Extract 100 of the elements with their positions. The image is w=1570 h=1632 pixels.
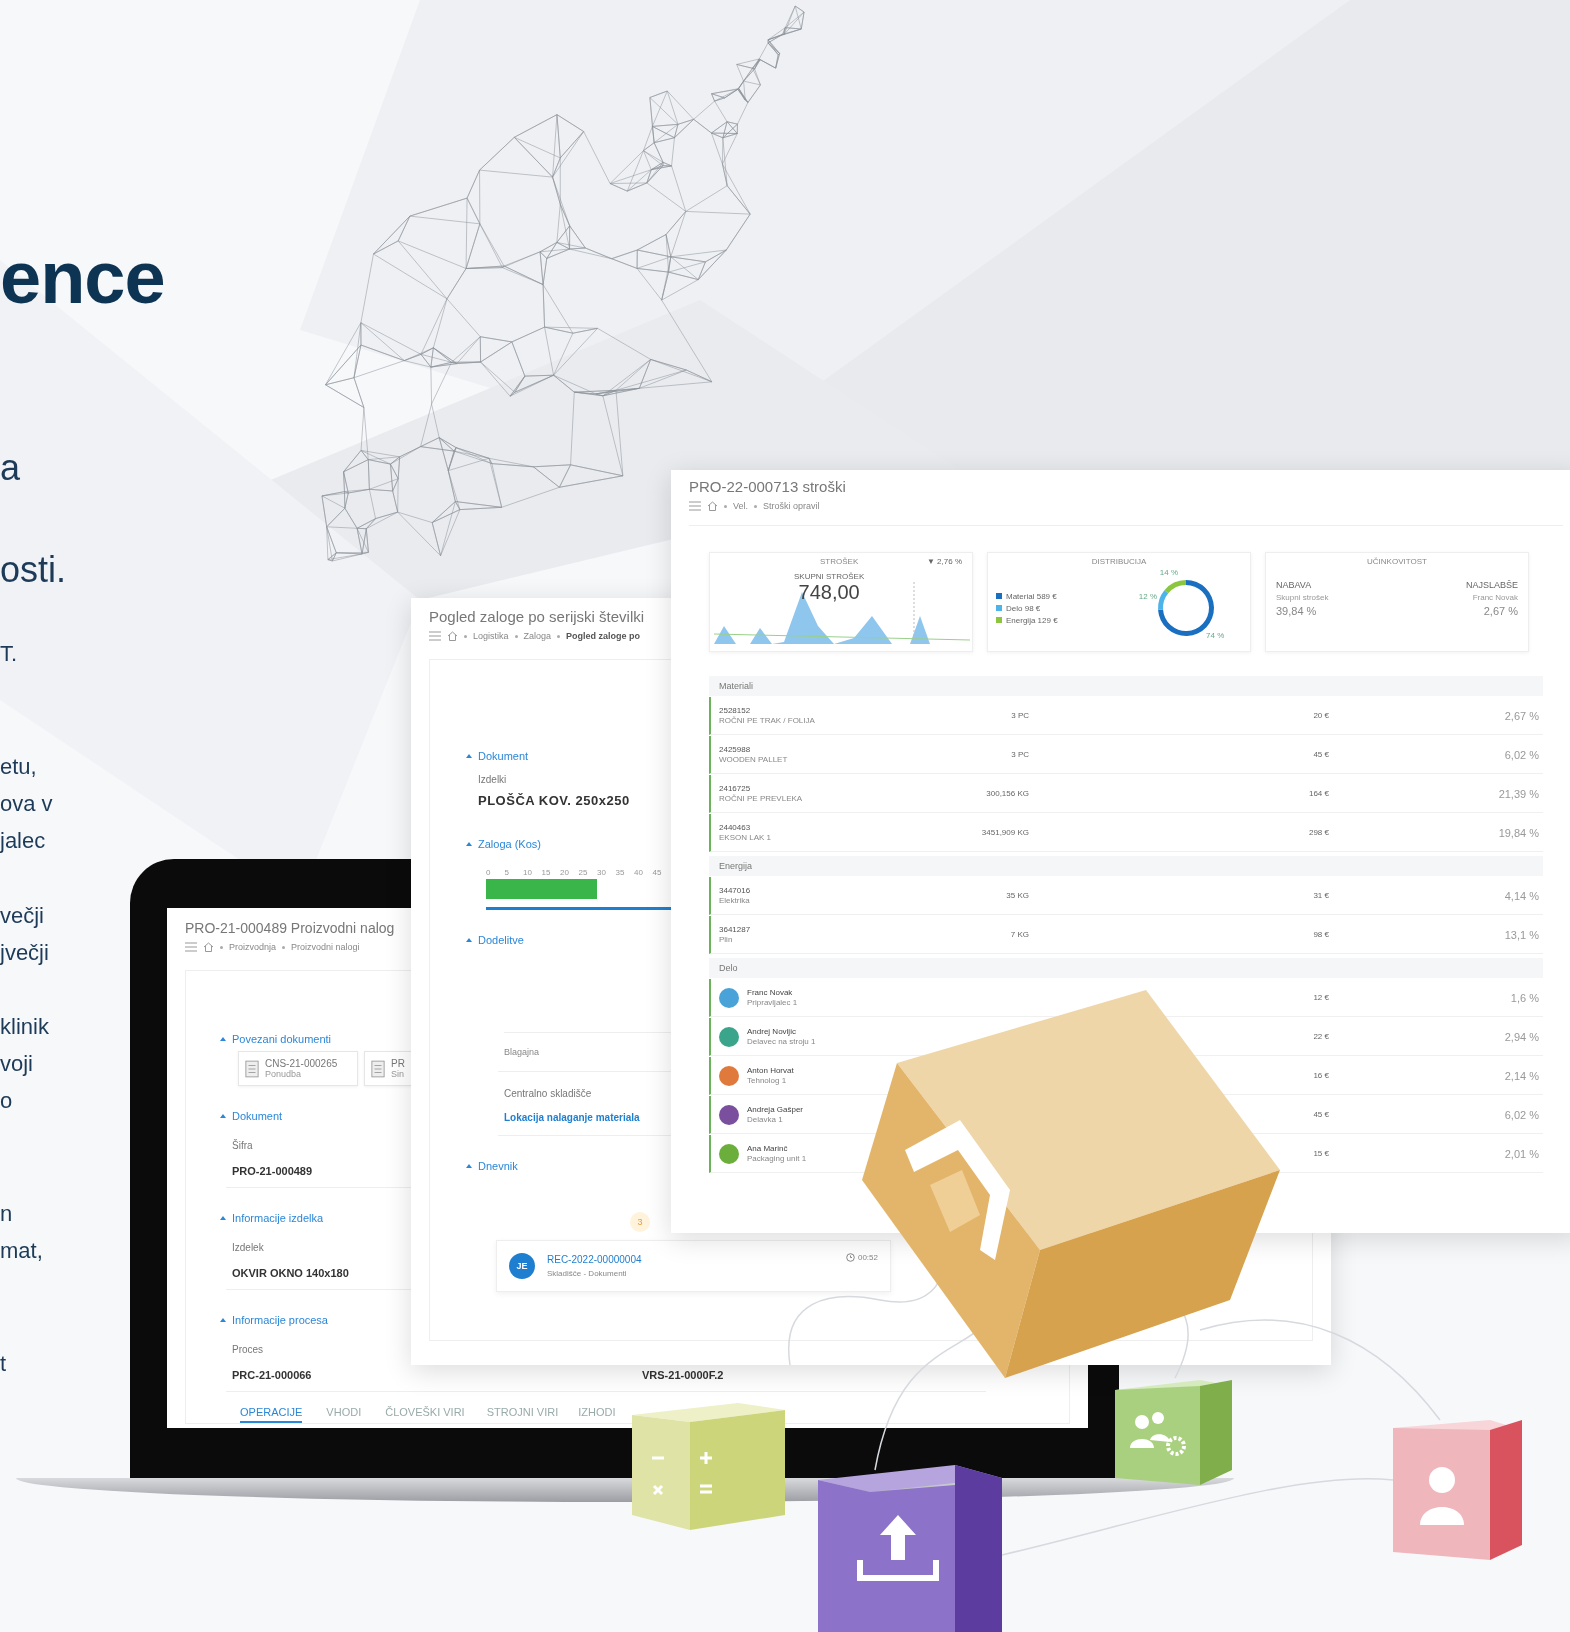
body-paragraph: n mat, (0, 1200, 43, 1265)
section-header[interactable]: Zaloga (Kos) (466, 838, 541, 850)
quantity-cell-text: 3 PC (1010, 711, 1029, 720)
item-name: EKSON LAK 1 (719, 833, 772, 842)
price-cell-text: 22 € (1312, 1032, 1329, 1041)
group-header: Materiali (709, 676, 1543, 696)
metric-value: 2,67 % (1483, 605, 1518, 617)
menu-icon[interactable] (185, 942, 197, 952)
entry-subtitle: Skladišče - Dokumenti (547, 1269, 628, 1278)
scale-label: 45 (652, 868, 663, 877)
field-label: Izdelek (232, 1242, 264, 1253)
home-icon[interactable] (203, 942, 214, 952)
value-caption: SKUPNI STROŠEK (794, 572, 865, 581)
price-cell-text: 16 € (1312, 1071, 1329, 1080)
legend-label: Material 589 € (1006, 591, 1057, 601)
breadcrumb-link[interactable]: Proizvodnja (229, 942, 277, 952)
quantity-cell-text: 7 KG (1009, 930, 1029, 939)
linked-document-card[interactable]: PR Sin (364, 1051, 412, 1086)
section-header[interactable]: Informacije izdelka (220, 1212, 324, 1224)
menu-icon[interactable] (689, 501, 701, 511)
section-header[interactable]: Dnevnik (466, 1160, 518, 1172)
item-name: WOODEN PALLET (719, 755, 788, 764)
breadcrumb-link[interactable]: Zaloga (523, 631, 552, 641)
count-badge: 3 (630, 1212, 650, 1232)
tab[interactable]: OPERACIJE (240, 1406, 303, 1423)
section-header[interactable]: Povezani dokumenti (220, 1033, 332, 1045)
legend-label: Energija 129 € (1006, 615, 1058, 625)
card-title: UČINKOVITOST (1367, 557, 1427, 566)
slice-label: 14 % (1159, 568, 1179, 577)
legend-label: Delo 98 € (1006, 603, 1041, 613)
field-value: PRO-21-000489 (232, 1165, 313, 1177)
field-value: PRC-21-000066 (232, 1369, 312, 1381)
breadcrumb-link[interactable]: Pogled zaloge po (566, 631, 641, 641)
item-code: 2528152 (719, 706, 752, 715)
field-value: PLOŠČA KOV. 250x250 (478, 793, 630, 808)
price-cell-text: 298 € (1307, 828, 1329, 837)
share-cell-text: 2,01 % (1503, 1147, 1539, 1160)
field-value: OKVIR OKNO 140x180 (232, 1267, 349, 1279)
body-paragraph: T. (0, 640, 18, 668)
item-name: Elektrika (719, 896, 751, 905)
document-type: Sin (391, 1069, 405, 1079)
linked-document-card[interactable]: CNS-21-000265 Ponudba (238, 1051, 358, 1086)
trend-value: ▼ 2,76 % (926, 557, 962, 566)
window-title: PRO-22-000713 stroški (689, 478, 846, 495)
group-header: Energija (709, 856, 1543, 876)
quantity-cell-text: 3451,909 KG (980, 828, 1029, 837)
clock-icon (845, 1253, 855, 1262)
record-link[interactable]: REC-2022-00000004 (547, 1254, 834, 1265)
scale-label: 15 (541, 868, 552, 877)
item-code: 3641287 (719, 925, 751, 934)
tab[interactable]: ČLOVEŠKI VIRI (385, 1406, 465, 1423)
price-cell-text: 98 € (1312, 930, 1329, 939)
item-name: Plin (719, 935, 734, 944)
home-icon[interactable] (707, 501, 718, 511)
person-role: Delavka 1 (747, 1115, 784, 1124)
document-icon (245, 1059, 259, 1078)
field-label: Proces (232, 1344, 264, 1355)
tab[interactable]: STROJNI VIRI (486, 1406, 559, 1423)
item-code: 2416725 (719, 784, 752, 793)
section-header[interactable]: Dodelitve (466, 934, 524, 946)
price-cell-text: 12 € (1312, 993, 1329, 1002)
slice-label: 74 % (1206, 631, 1225, 641)
breadcrumb-link[interactable]: Proizvodni nalogi (291, 942, 360, 952)
section-header[interactable]: Dokument (466, 750, 529, 762)
tab[interactable]: VHODI (326, 1406, 362, 1423)
item-code: 3447016 (719, 886, 751, 895)
field-label: Centralno skladišče (504, 1088, 592, 1099)
log-entry-card[interactable]: JE REC-2022-00000004 Skladišče - Dokumenti 00:52 (496, 1240, 891, 1292)
entry-time: 00:52 (857, 1253, 878, 1262)
share-cell-text: 2,67 % (1503, 709, 1539, 722)
card-title: STROŠEK (820, 557, 859, 566)
price-cell-text: 164 € (1307, 789, 1329, 798)
item-code: 2440463 (719, 823, 752, 832)
quantity-cell-text: 3 PC (1010, 750, 1029, 759)
subheading: a osti. (0, 446, 67, 592)
field-label: Blagajna (504, 1047, 540, 1057)
page-heading: ence (0, 240, 165, 316)
breadcrumb-link[interactable]: Logistika (473, 631, 509, 641)
tab[interactable]: IZHODI (578, 1406, 616, 1423)
metric-label: Skupni strošek (1276, 593, 1329, 602)
scale-label: 40 (634, 868, 644, 877)
home-icon[interactable] (447, 631, 458, 641)
document-code: CNS-21-000265 (265, 1058, 338, 1069)
price-cell-text: 45 € (1312, 750, 1329, 759)
scale-label: 35 (615, 868, 626, 877)
location-link[interactable]: Lokacija nalaganje materiala (504, 1112, 640, 1123)
avatar: JE (509, 1253, 535, 1279)
person-name: Anton Horvat (747, 1066, 794, 1075)
price-cell-text: 31 € (1312, 891, 1329, 900)
menu-icon[interactable] (429, 631, 441, 641)
person-name: Andreja Gašper (747, 1105, 804, 1114)
person-role: Tehnolog 1 (747, 1076, 788, 1085)
body-paragraph: klinik voji o (0, 1013, 49, 1115)
breadcrumb-link[interactable]: Stroški opravil (763, 501, 820, 511)
person-role: Pripravljalec 1 (747, 998, 798, 1007)
document-type: Ponudba (265, 1069, 303, 1079)
breadcrumb-link[interactable]: Vel. (733, 501, 748, 511)
section-header[interactable]: Informacije procesa (220, 1314, 328, 1326)
section-header[interactable]: Dokument (220, 1110, 283, 1122)
document-icon (371, 1059, 385, 1078)
